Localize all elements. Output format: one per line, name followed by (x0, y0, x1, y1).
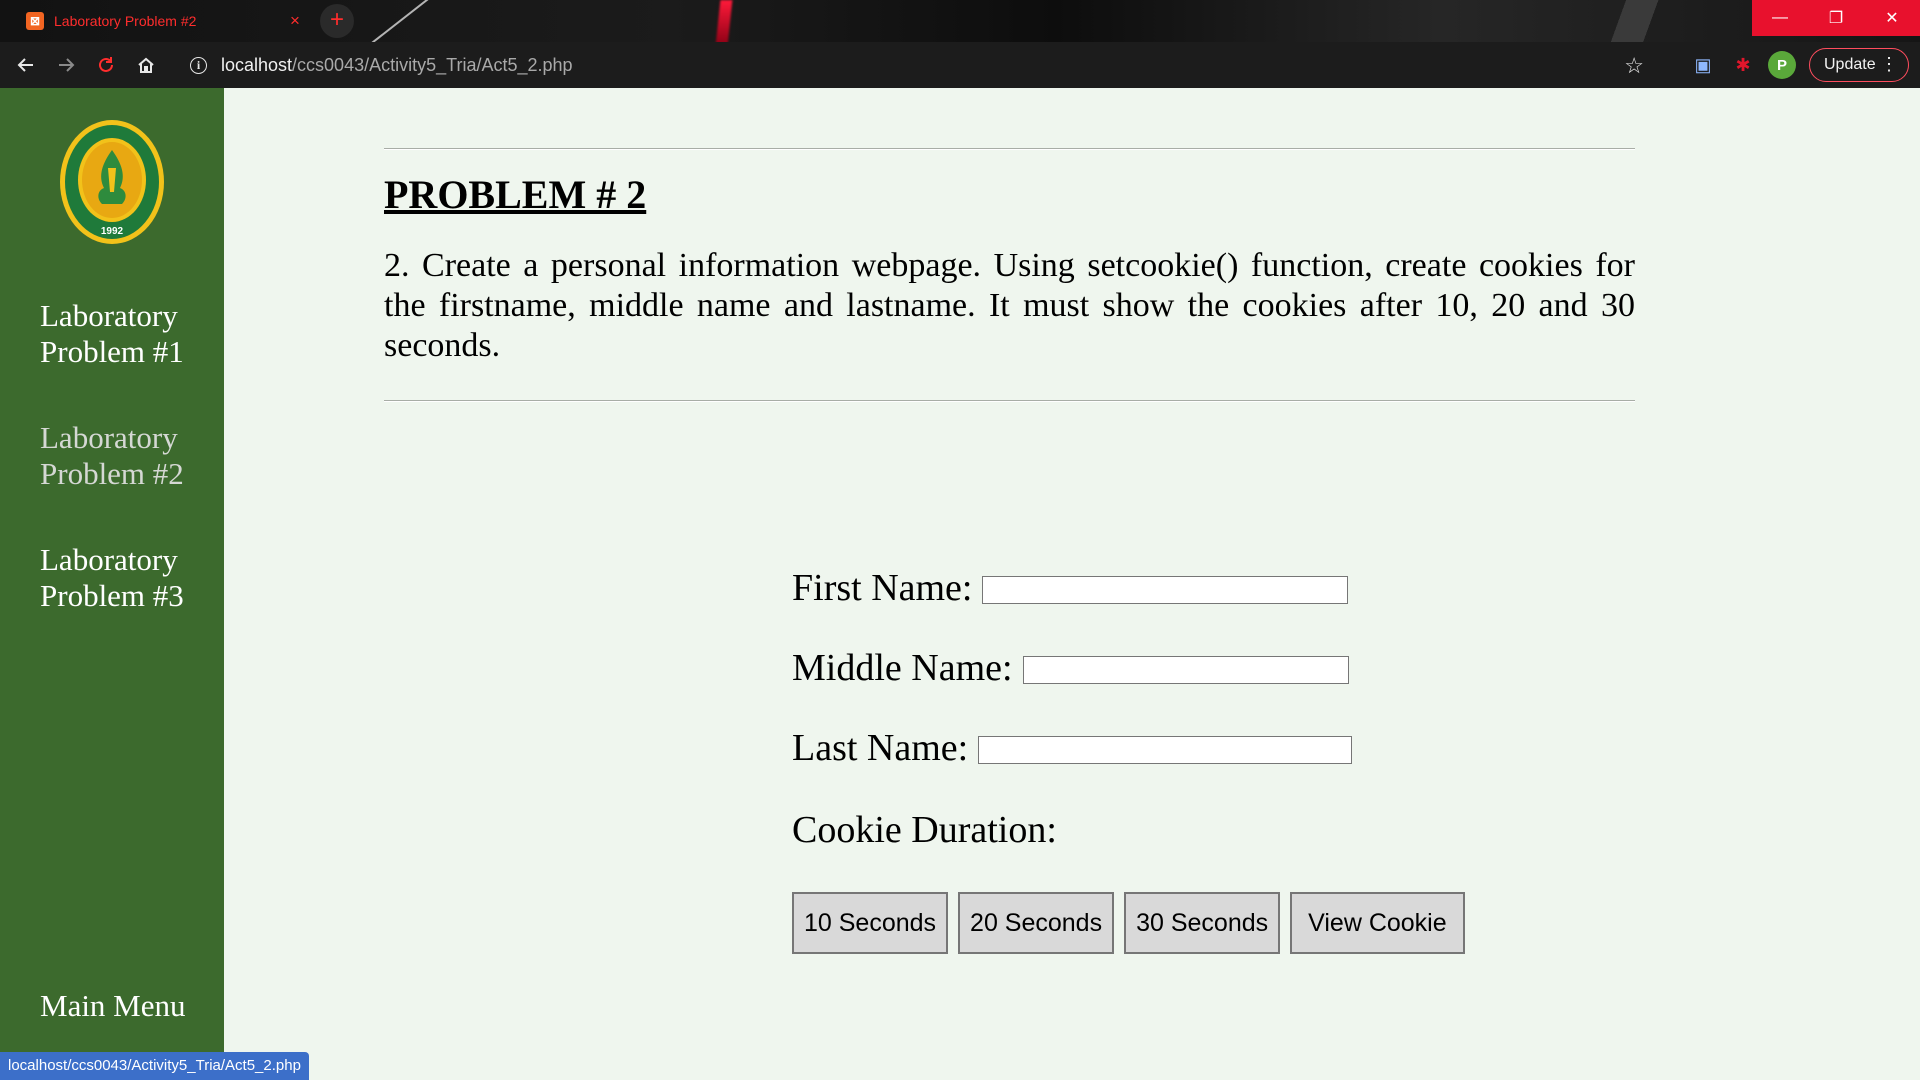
screenshot-extension-icon[interactable]: ▣ (1688, 50, 1718, 80)
wallpaper-line (367, 0, 433, 42)
school-logo: 1992 (60, 120, 164, 244)
10-seconds-button[interactable]: 10 Seconds (792, 892, 949, 954)
window-controls: — ❐ ✕ (1752, 0, 1920, 36)
profile-avatar[interactable]: P (1768, 51, 1796, 79)
tab-close-icon[interactable]: × (284, 11, 306, 31)
cookie-duration-label: Cookie Duration: (792, 809, 1057, 851)
sidebar-link-problem-1[interactable]: Laboratory Problem #1 (40, 298, 220, 370)
wallpaper-streak (715, 0, 733, 42)
logo-year: 1992 (101, 226, 124, 237)
last-name-row: Last Name: (792, 726, 1353, 770)
update-label: Update (1824, 56, 1876, 73)
problem-description: 2. Create a personal information webpage… (384, 247, 1635, 364)
update-button[interactable]: Update ⋮ (1809, 48, 1909, 82)
info-icon[interactable]: i (190, 56, 207, 74)
reload-icon (99, 57, 113, 72)
extensions-area: ▣ ✱ P (1688, 50, 1796, 80)
home-button[interactable] (126, 45, 166, 85)
last-name-input[interactable] (978, 736, 1353, 764)
url-path: /ccs0043/Activity5_Tria/Act5_2.php (292, 54, 573, 75)
xampp-icon: ⊠ (26, 12, 44, 30)
bottom-divider (384, 400, 1635, 402)
problem-title: PROBLEM # 2 (384, 172, 647, 217)
forward-button[interactable] (46, 45, 86, 85)
bookmark-star-icon[interactable]: ☆ (1624, 53, 1644, 79)
reload-button[interactable] (86, 45, 126, 85)
view-cookie-button[interactable]: View Cookie (1290, 892, 1465, 954)
cookie-duration-row: Cookie Duration: (792, 808, 1057, 852)
extension-puzzle-icon[interactable]: ✱ (1728, 50, 1758, 80)
webpage: 1992 Laboratory Problem #1 Laboratory Pr… (0, 88, 1920, 1080)
first-name-row: First Name: (792, 566, 1349, 610)
new-tab-button[interactable]: + (320, 4, 354, 38)
button-row: 10 Seconds 20 Seconds 30 Seconds View Co… (792, 892, 1465, 954)
top-divider (384, 148, 1635, 150)
last-name-label: Last Name: (792, 727, 969, 769)
arrow-left-icon (17, 58, 33, 72)
url-host: localhost (221, 54, 293, 75)
home-icon (138, 57, 154, 73)
browser-titlebar: ⊠ Laboratory Problem #2 × + — ❐ ✕ (0, 0, 1920, 42)
middle-name-label: Middle Name: (792, 647, 1013, 689)
close-window-button[interactable]: ✕ (1864, 0, 1920, 36)
middle-name-input[interactable] (1022, 656, 1349, 684)
sidebar-link-problem-2[interactable]: Laboratory Problem #2 (40, 420, 220, 492)
sidebar-link-main-menu[interactable]: Main Menu (40, 988, 220, 1024)
sidebar: 1992 Laboratory Problem #1 Laboratory Pr… (0, 88, 224, 1080)
20-seconds-button[interactable]: 20 Seconds (958, 892, 1115, 954)
link-status-bar: localhost/ccs0043/Activity5_Tria/Act5_2.… (0, 1052, 309, 1080)
address-bar[interactable]: i localhost/ccs0043/Activity5_Tria/Act5_… (178, 47, 1654, 83)
sidebar-link-problem-3[interactable]: Laboratory Problem #3 (40, 542, 220, 614)
browser-tab[interactable]: ⊠ Laboratory Problem #2 × (14, 4, 306, 38)
wallpaper-shape (1540, 0, 1740, 42)
tab-title: Laboratory Problem #2 (54, 13, 197, 29)
first-name-label: First Name: (792, 567, 973, 609)
main-content: PROBLEM # 2 2. Create a personal informa… (384, 88, 1635, 402)
arrow-right-icon (59, 58, 75, 72)
browser-toolbar: i localhost/ccs0043/Activity5_Tria/Act5_… (0, 42, 1920, 88)
middle-name-row: Middle Name: (792, 646, 1349, 690)
30-seconds-button[interactable]: 30 Seconds (1124, 892, 1281, 954)
back-button[interactable] (6, 45, 46, 85)
first-name-input[interactable] (982, 576, 1349, 604)
more-menu-icon[interactable]: ⋮ (1880, 53, 1898, 75)
minimize-button[interactable]: — (1752, 0, 1808, 36)
restore-button[interactable]: ❐ (1808, 0, 1864, 36)
